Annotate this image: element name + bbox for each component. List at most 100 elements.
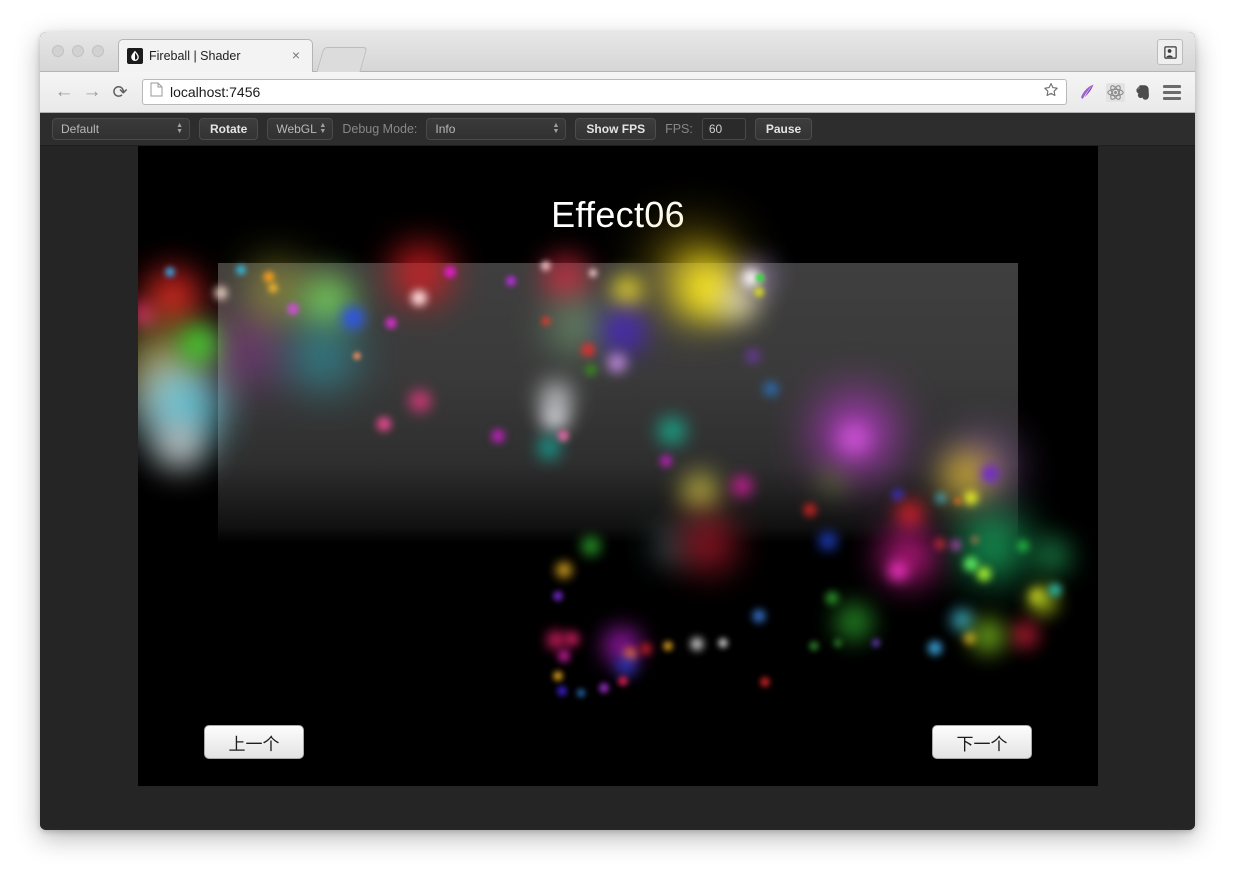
particle (751, 608, 767, 624)
browser-tab[interactable]: Fireball | Shader × (118, 39, 313, 72)
particle (639, 642, 653, 656)
chevron-updown-icon: ▲ ▼ (552, 122, 560, 135)
particle (729, 473, 755, 499)
react-atom-icon[interactable] (1101, 78, 1129, 106)
preset-select-value: Default (61, 122, 100, 136)
rotate-button[interactable]: Rotate (199, 118, 259, 140)
particle (808, 640, 820, 652)
evernote-elephant-icon[interactable] (1129, 78, 1157, 106)
shader-app-toolbar: Default ▲ ▼ Rotate WebGL ▲ ▼ Debug Mode: I… (40, 113, 1195, 146)
user-profile-icon[interactable] (1157, 39, 1183, 65)
particle (753, 286, 765, 298)
particle (689, 636, 705, 652)
particle (953, 496, 963, 506)
document-icon (150, 82, 163, 102)
reload-button[interactable]: ⟳ (106, 78, 134, 106)
particle (926, 639, 944, 657)
renderer-select-value: WebGL (276, 122, 317, 136)
previous-effect-button[interactable]: 上一个 (204, 725, 304, 759)
particle (490, 428, 506, 444)
particle (563, 630, 581, 648)
particle (662, 640, 674, 652)
hamburger-menu-icon[interactable] (1159, 78, 1185, 106)
debug-mode-select-value: Info (435, 122, 456, 136)
browser-tab-strip: Fireball | Shader × (40, 32, 1195, 72)
particle (554, 560, 574, 580)
window-traffic-lights (52, 45, 104, 57)
particle (759, 676, 771, 688)
particle (614, 654, 638, 678)
particle (556, 685, 568, 697)
new-tab-button[interactable] (316, 47, 368, 72)
debug-mode-select[interactable]: Info ▲ ▼ (426, 118, 567, 140)
page-viewport: Effect06 上一个 下一个 (40, 146, 1195, 828)
particle (535, 434, 563, 462)
particle-layer (138, 146, 1098, 786)
fps-input[interactable]: 60 (701, 118, 746, 140)
particle (817, 530, 839, 552)
browser-window: Fireball | Shader × ← → ⟳ localhost:7456 (40, 32, 1195, 830)
particle (552, 590, 564, 602)
particle (505, 275, 517, 287)
particle (579, 534, 603, 558)
next-effect-button[interactable]: 下一个 (932, 725, 1032, 759)
particle (152, 417, 208, 473)
particle (384, 316, 398, 330)
browser-navigation-bar: ← → ⟳ localhost:7456 (40, 72, 1195, 113)
preset-select[interactable]: Default ▲ ▼ (52, 118, 190, 140)
particle (677, 513, 739, 575)
chevron-updown-icon: ▲ ▼ (319, 122, 327, 135)
particle (678, 469, 722, 513)
particle (717, 637, 729, 649)
particle (557, 649, 571, 663)
particle (339, 304, 367, 332)
close-window-button[interactable] (52, 45, 64, 57)
particle (407, 388, 433, 414)
particle (576, 688, 586, 698)
feather-quill-icon[interactable] (1073, 78, 1101, 106)
particle (886, 559, 910, 583)
debug-mode-label: Debug Mode: (342, 122, 418, 136)
forward-button[interactable]: → (78, 78, 106, 106)
particle (655, 414, 689, 448)
particle (213, 285, 229, 301)
particle (617, 675, 629, 687)
particle (975, 565, 993, 583)
particle (871, 638, 881, 648)
particle (409, 288, 429, 308)
particle (979, 463, 1001, 485)
particle (598, 682, 610, 694)
address-bar-url[interactable]: localhost:7456 (170, 84, 1037, 100)
show-fps-button[interactable]: Show FPS (575, 118, 657, 140)
renderer-select[interactable]: WebGL ▲ ▼ (267, 118, 334, 140)
particle (755, 273, 765, 283)
particle (1047, 582, 1063, 598)
particle (443, 265, 457, 279)
particle (744, 347, 762, 365)
particle (833, 638, 843, 648)
particle (824, 590, 840, 606)
particle (1009, 619, 1041, 651)
pause-button[interactable]: Pause (754, 118, 813, 140)
webgl-canvas[interactable]: Effect06 上一个 下一个 (138, 146, 1098, 786)
chevron-updown-icon: ▲ ▼ (176, 122, 183, 135)
particle (952, 505, 1034, 587)
particle (659, 454, 673, 468)
particle (598, 305, 650, 357)
back-button[interactable]: ← (50, 78, 78, 106)
particle (164, 266, 176, 278)
particle (967, 615, 1009, 657)
particle (552, 670, 564, 682)
minimize-window-button[interactable] (72, 45, 84, 57)
particle (836, 421, 872, 457)
browser-tab-title: Fireball | Shader (149, 49, 241, 63)
particle (375, 415, 393, 433)
particle (802, 502, 818, 518)
maximize-window-button[interactable] (92, 45, 104, 57)
close-tab-button[interactable]: × (288, 48, 304, 64)
particle (605, 351, 629, 375)
particle (1031, 534, 1075, 578)
particle (588, 268, 598, 278)
address-bar[interactable]: localhost:7456 (142, 79, 1067, 105)
star-icon[interactable] (1043, 82, 1059, 103)
